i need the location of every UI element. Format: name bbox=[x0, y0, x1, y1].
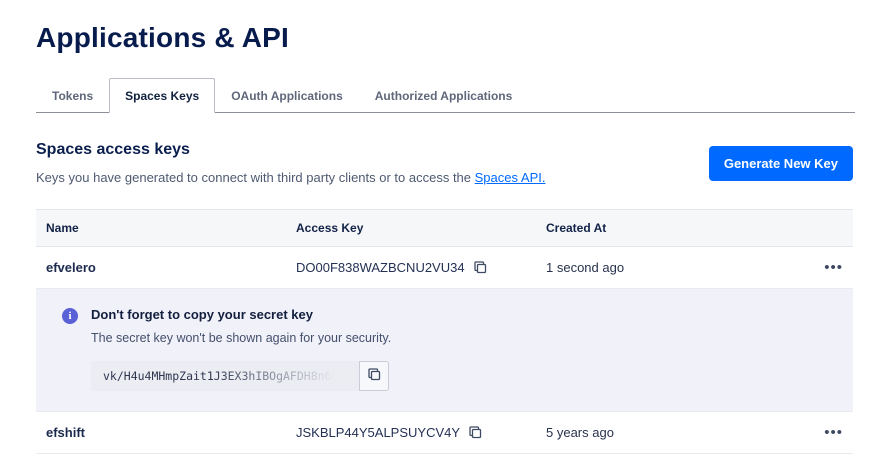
secret-notice-title: Don't forget to copy your secret key bbox=[91, 307, 391, 322]
secret-key-value: vk/H4u4MHmpZait1J3EX3hIBOgAFDH8n6gTv3H bbox=[91, 361, 359, 391]
secret-notice-content: Don't forget to copy your secret key The… bbox=[91, 307, 391, 391]
section-header: Spaces access keys Keys you have generat… bbox=[36, 141, 853, 185]
key-name: efshift bbox=[36, 425, 286, 440]
tab-authorized-applications[interactable]: Authorized Applications bbox=[359, 78, 529, 113]
section-heading: Spaces access keys bbox=[36, 141, 545, 159]
secret-key-notice: i Don't forget to copy your secret key T… bbox=[36, 289, 853, 412]
copy-icon bbox=[469, 426, 482, 439]
access-key-cell: DO00F838WAZBCNU2VU34 bbox=[286, 260, 536, 275]
row-more-menu-icon[interactable]: ••• bbox=[811, 263, 853, 273]
spaces-api-link[interactable]: Spaces API. bbox=[475, 170, 546, 185]
section-description-text: Keys you have generated to connect with … bbox=[36, 170, 475, 185]
access-key-cell: JSKBLP44Y5ALPSUYCV4Y bbox=[286, 425, 536, 440]
created-at-value: 5 years ago bbox=[536, 425, 811, 440]
key-name: efvelero bbox=[36, 260, 286, 275]
column-header-access-key: Access Key bbox=[286, 221, 536, 235]
column-header-name: Name bbox=[36, 221, 286, 235]
generate-new-key-button[interactable]: Generate New Key bbox=[709, 146, 853, 181]
copy-access-key-button[interactable] bbox=[474, 261, 487, 274]
table-row: efvelero DO00F838WAZBCNU2VU34 1 second a… bbox=[36, 247, 853, 289]
info-icon: i bbox=[62, 308, 78, 324]
access-key-value: JSKBLP44Y5ALPSUYCV4Y bbox=[296, 425, 460, 440]
spaces-keys-table: Name Access Key Created At efvelero DO00… bbox=[36, 209, 853, 454]
page-title: Applications & API bbox=[36, 22, 853, 54]
created-at-value: 1 second ago bbox=[536, 260, 811, 275]
access-key-value: DO00F838WAZBCNU2VU34 bbox=[296, 260, 465, 275]
copy-secret-key-button[interactable] bbox=[359, 361, 389, 391]
tab-oauth-applications[interactable]: OAuth Applications bbox=[215, 78, 359, 113]
applications-api-page: Applications & API Tokens Spaces Keys OA… bbox=[0, 0, 889, 454]
table-header-row: Name Access Key Created At bbox=[36, 209, 853, 247]
row-more-menu-icon[interactable]: ••• bbox=[811, 428, 853, 438]
tab-bar: Tokens Spaces Keys OAuth Applications Au… bbox=[36, 78, 855, 113]
secret-key-field-group: vk/H4u4MHmpZait1J3EX3hIBOgAFDH8n6gTv3H bbox=[91, 361, 391, 391]
copy-icon bbox=[474, 261, 487, 274]
tab-spaces-keys[interactable]: Spaces Keys bbox=[109, 78, 215, 113]
section-header-text: Spaces access keys Keys you have generat… bbox=[36, 141, 545, 185]
tab-tokens[interactable]: Tokens bbox=[36, 78, 109, 113]
copy-access-key-button[interactable] bbox=[469, 426, 482, 439]
section-description: Keys you have generated to connect with … bbox=[36, 170, 545, 185]
table-row: efshift JSKBLP44Y5ALPSUYCV4Y 5 years ago… bbox=[36, 412, 853, 454]
column-header-created-at: Created At bbox=[536, 221, 811, 235]
secret-notice-body: The secret key won't be shown again for … bbox=[91, 331, 391, 345]
copy-icon bbox=[368, 368, 381, 384]
